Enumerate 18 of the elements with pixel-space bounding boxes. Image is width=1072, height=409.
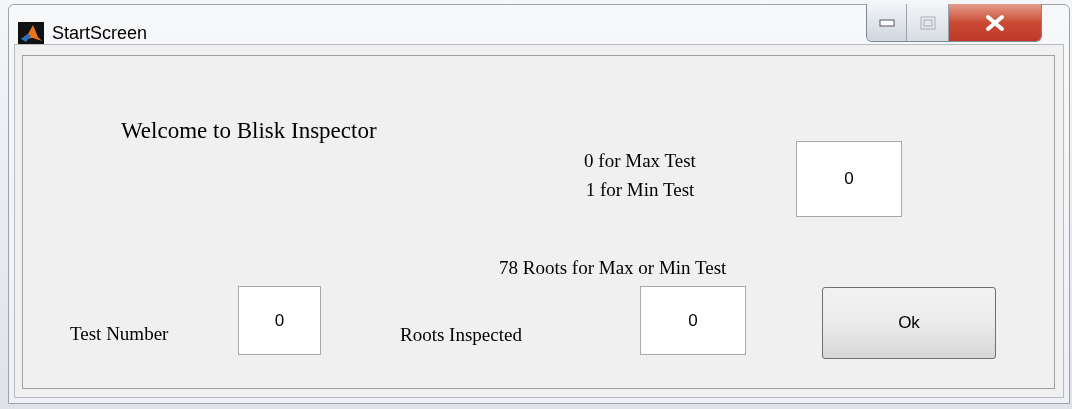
app-icon bbox=[18, 21, 44, 46]
minimize-button[interactable] bbox=[867, 4, 907, 41]
window-title: StartScreen bbox=[52, 22, 148, 45]
close-icon bbox=[984, 13, 1006, 32]
close-button[interactable] bbox=[949, 4, 1041, 41]
ok-button[interactable]: Ok bbox=[822, 287, 996, 359]
maximize-icon bbox=[919, 15, 936, 30]
welcome-heading: Welcome to Blisk Inspector bbox=[121, 117, 377, 145]
minimize-icon bbox=[878, 18, 895, 27]
test-mode-label: 0 for Max Test bbox=[584, 149, 696, 173]
roots-inspected-label: Roots Inspected bbox=[400, 323, 522, 347]
roots-note: 78 Roots for Max or Min Test bbox=[499, 256, 727, 280]
test-number-field[interactable]: 0 bbox=[238, 286, 321, 355]
roots-inspected-field[interactable]: 0 bbox=[640, 286, 746, 355]
test-mode-label: 1 for Min Test bbox=[585, 178, 695, 202]
maximize-button[interactable] bbox=[907, 4, 949, 41]
test-number-label: Test Number bbox=[70, 322, 169, 346]
test-mode-field[interactable]: 0 bbox=[796, 141, 902, 217]
